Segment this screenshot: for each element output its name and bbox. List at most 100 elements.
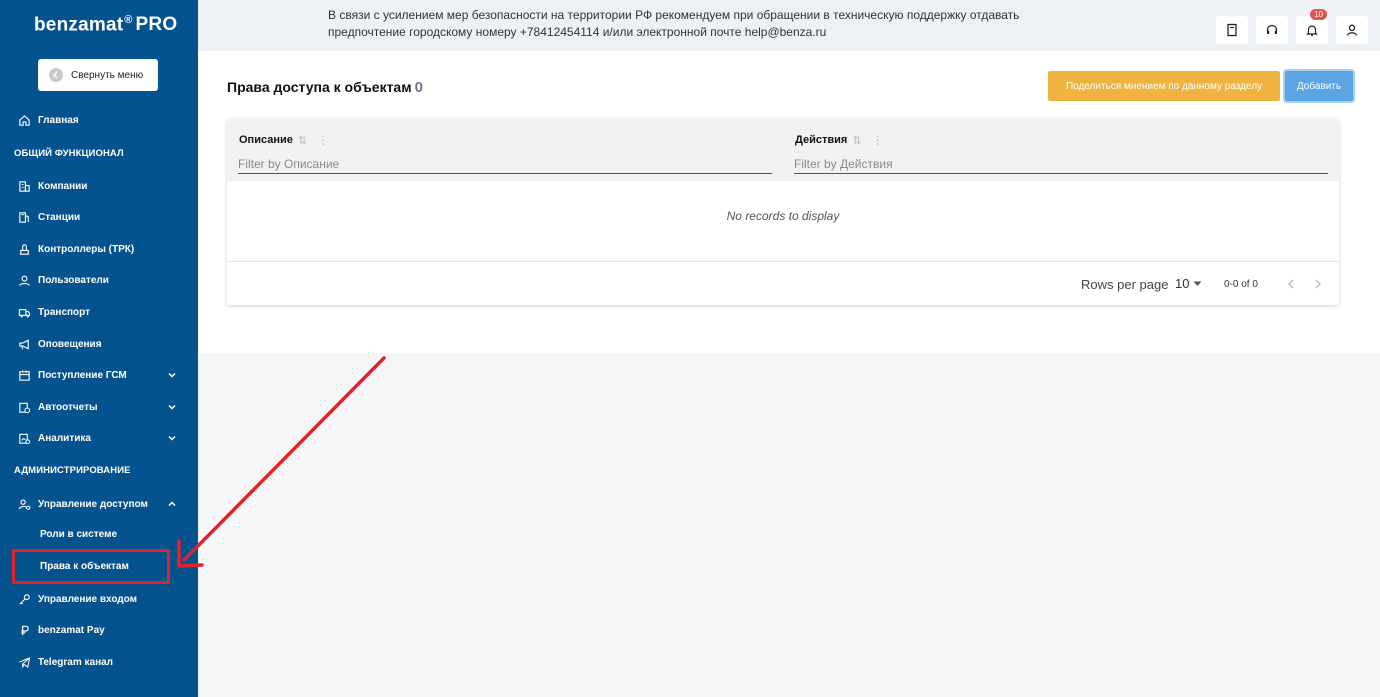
column-header-actions[interactable]: Действия ⇅ ⋮ <box>795 133 884 147</box>
app-logo[interactable]: benzamat® PRO <box>34 14 177 36</box>
prev-page-button[interactable] <box>1284 277 1298 291</box>
collapse-menu-label: Свернуть меню <box>71 69 144 81</box>
rows-per-page-select[interactable]: 10 <box>1175 276 1202 291</box>
sidebar-item-label: Управление входом <box>38 593 138 605</box>
sidebar-item-telegram[interactable]: Telegram канал <box>0 649 198 675</box>
table-pagination: Rows per page 10 0-0 of 0 <box>227 261 1339 305</box>
logo-suffix: PRO <box>135 14 178 36</box>
notice-line-1: В связи с усилением мер безопасности на … <box>328 8 1020 22</box>
sidebar-item-label: Telegram канал <box>38 656 114 668</box>
notice-line-2: предпочтение городскому номеру +78412454… <box>328 25 827 39</box>
sidebar-item-transport[interactable]: Транспорт <box>0 299 198 325</box>
section-general: ОБЩИЙ ФУНКЦИОНАЛ <box>14 148 124 159</box>
caret-down-icon <box>1193 281 1202 286</box>
truck-icon <box>17 305 31 319</box>
column-header-description[interactable]: Описание ⇅ ⋮ <box>239 133 329 147</box>
user-icon <box>1346 24 1358 36</box>
profile-button[interactable] <box>1336 16 1368 44</box>
notification-badge: 10 <box>1310 9 1327 20</box>
sidebar-item-login-control[interactable]: Управление входом <box>0 586 198 612</box>
top-bar: В связи с усилением мер безопасности на … <box>198 0 1380 51</box>
sidebar-item-fuel-receipt[interactable]: Поступление ГСМ <box>0 362 198 388</box>
sidebar-item-label: Станции <box>38 211 81 223</box>
sidebar-item-access-control[interactable]: Управление доступом <box>0 491 198 517</box>
empty-message: No records to display <box>726 209 840 223</box>
page-title-text: Права доступа к объектам <box>227 79 412 95</box>
sidebar: benzamat® PRO Свернуть меню Главная ОБЩИЙ… <box>0 0 198 697</box>
arrow-left-icon <box>49 68 63 82</box>
sidebar-item-users[interactable]: Пользователи <box>0 267 198 293</box>
records-count: 0 <box>414 79 423 96</box>
key-icon <box>17 592 31 606</box>
sidebar-item-companies[interactable]: Компании <box>0 173 198 199</box>
add-button[interactable]: Добавить <box>1285 71 1353 101</box>
section-admin: АДМИНИСТРИРОВАНИЕ <box>14 465 131 476</box>
highlight-box <box>12 549 170 584</box>
sort-icon[interactable]: ⇅ <box>298 134 307 147</box>
support-button[interactable] <box>1256 16 1288 44</box>
chevron-down-icon <box>168 404 176 410</box>
analytics-icon <box>17 431 31 445</box>
megaphone-icon <box>17 337 31 351</box>
sidebar-item-label: Главная <box>38 114 79 126</box>
column-menu-icon[interactable]: ⋮ <box>317 133 329 147</box>
data-table: Описание ⇅ ⋮ Действия ⇅ ⋮ No records to … <box>227 119 1339 305</box>
security-notice: В связи с усилением мер безопасности на … <box>328 7 1048 41</box>
feedback-button[interactable]: Поделиться мнением по данному разделу <box>1048 71 1280 101</box>
ruble-icon <box>17 623 31 637</box>
sidebar-item-label: Компании <box>38 180 88 192</box>
building-icon <box>17 179 31 193</box>
chevron-left-icon <box>1288 279 1294 289</box>
sidebar-item-stations[interactable]: Станции <box>0 204 198 230</box>
notifications-button[interactable]: 10 <box>1296 9 1328 44</box>
column-title: Описание <box>239 134 293 146</box>
rows-per-page-label: Rows per page <box>1081 277 1169 292</box>
home-icon <box>17 113 31 127</box>
main-panel: Права доступа к объектам 0 Поделиться мне… <box>198 51 1380 353</box>
calendar-icon <box>17 368 31 382</box>
sidebar-item-label: Управление доступом <box>38 498 148 510</box>
sidebar-item-label: Оповещения <box>38 338 102 350</box>
chevron-up-icon <box>168 501 176 507</box>
sidebar-item-notifications[interactable]: Оповещения <box>0 331 198 357</box>
sidebar-item-home[interactable]: Главная <box>0 107 198 133</box>
column-menu-icon[interactable]: ⋮ <box>872 133 884 147</box>
sidebar-item-controllers[interactable]: Контроллеры (ТРК) <box>0 236 198 262</box>
column-title: Действия <box>795 134 848 146</box>
sidebar-item-pay[interactable]: benzamat Pay <box>0 617 198 643</box>
rows-per-page-value: 10 <box>1175 276 1190 291</box>
chevron-down-icon <box>168 372 176 378</box>
sidebar-item-label: Поступление ГСМ <box>38 369 127 381</box>
pagination-range: 0-0 of 0 <box>1224 279 1258 290</box>
book-icon <box>1227 23 1237 37</box>
controller-icon <box>17 242 31 256</box>
next-page-button[interactable] <box>1311 277 1325 291</box>
filter-actions-input[interactable] <box>794 154 1328 174</box>
table-header: Описание ⇅ ⋮ Действия ⇅ ⋮ <box>227 119 1339 181</box>
user-icon <box>17 273 31 287</box>
chevron-right-icon <box>1315 279 1321 289</box>
logo-mark: ® <box>124 14 133 26</box>
sidebar-item-label: benzamat Pay <box>38 624 105 636</box>
logo-name: benzamat <box>34 14 124 36</box>
user-settings-icon <box>17 497 31 511</box>
collapse-menu-button[interactable]: Свернуть меню <box>38 59 158 91</box>
telegram-icon <box>17 655 31 669</box>
bell-icon <box>1306 25 1318 36</box>
sidebar-item-label: Пользователи <box>38 274 109 286</box>
fuel-station-icon <box>17 210 31 224</box>
sidebar-item-label: Транспорт <box>38 306 91 318</box>
clock-report-icon <box>17 400 31 414</box>
filter-description-input[interactable] <box>238 154 772 174</box>
sidebar-item-label: Контроллеры (ТРК) <box>38 243 135 255</box>
headset-icon <box>1266 24 1278 34</box>
docs-button[interactable] <box>1216 16 1248 44</box>
chevron-down-icon <box>168 435 176 441</box>
sidebar-item-label: Автоотчеты <box>38 401 98 413</box>
sidebar-item-autoreports[interactable]: Автоотчеты <box>0 394 198 420</box>
sidebar-item-label: Аналитика <box>38 432 91 444</box>
sort-icon[interactable]: ⇅ <box>852 134 861 147</box>
sidebar-item-analytics[interactable]: Аналитика <box>0 425 198 451</box>
page-title: Права доступа к объектам 0 <box>227 79 423 96</box>
sidebar-subitem-roles[interactable]: Роли в системе <box>40 529 117 540</box>
